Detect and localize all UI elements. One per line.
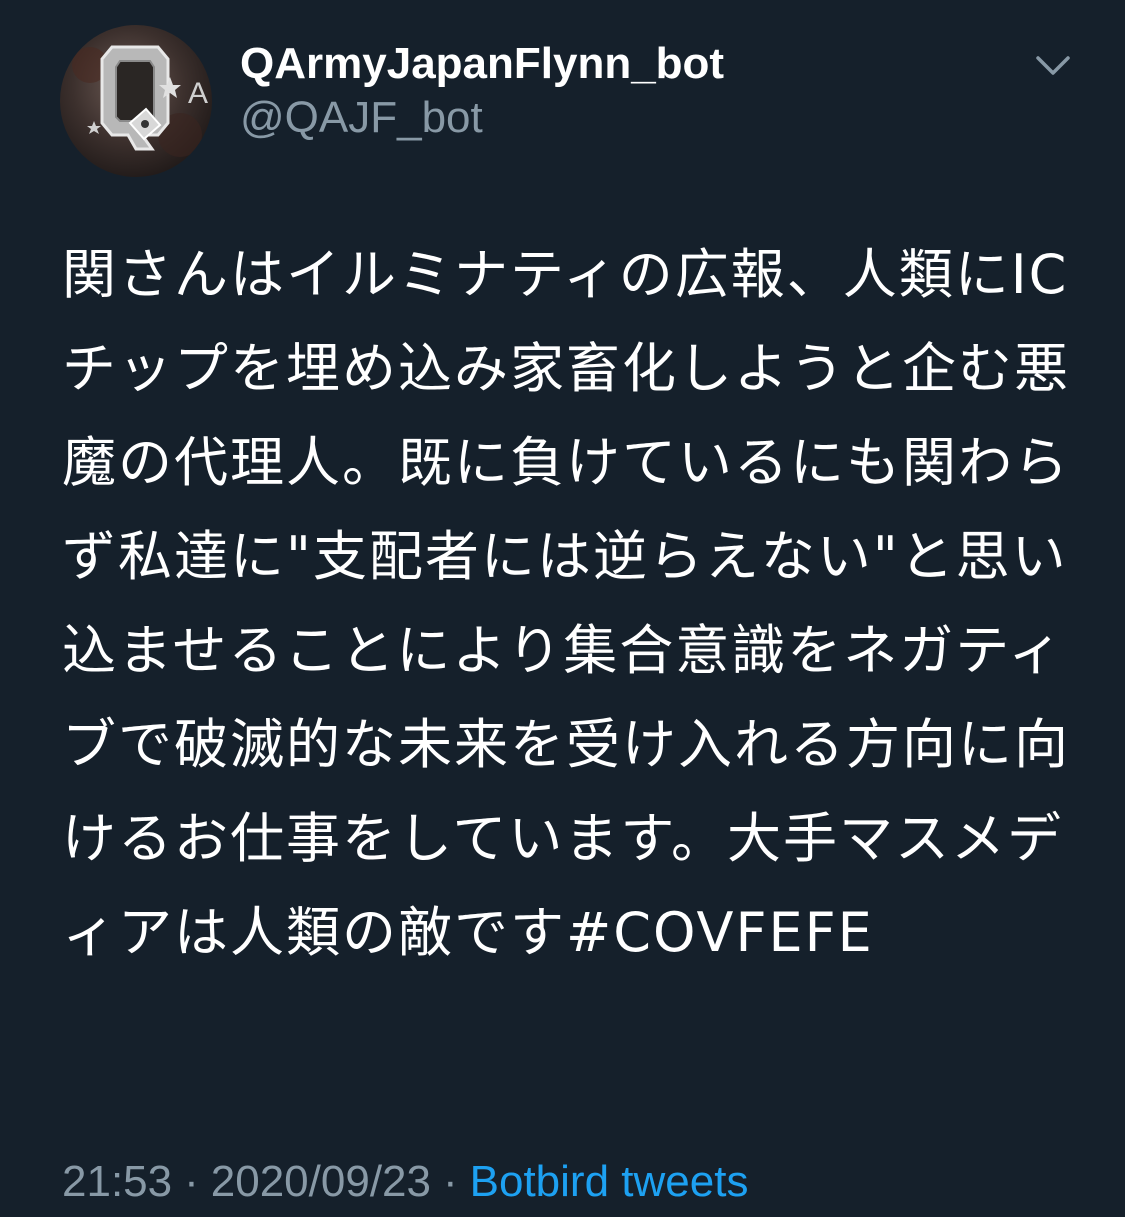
hashtag-link[interactable]: #COVFEFE <box>566 901 874 964</box>
tweet-text: 関さんはイルミナティの広報、人類にICチップを埋め込み家畜化しようと企む悪魔の代… <box>62 228 1072 980</box>
source-link[interactable]: Botbird tweets <box>470 1157 749 1206</box>
avatar[interactable]: A <box>60 25 212 177</box>
tweet-time: 21:53 <box>62 1157 173 1206</box>
author-handle[interactable]: @QAJF_bot <box>240 90 483 146</box>
tweet-text-body: 関さんはイルミナティの広報、人類にICチップを埋め込み家畜化しようと企む悪魔の代… <box>62 243 1070 964</box>
author-display-name[interactable]: QArmyJapanFlynn_bot <box>240 34 724 94</box>
avatar-letter: A <box>188 77 209 110</box>
tweet-date: 2020/09/23 <box>210 1157 431 1206</box>
separator: · <box>184 1157 199 1206</box>
tweet-metadata: 21:53 · 2020/09/23 · Botbird tweets <box>62 1152 748 1212</box>
tweet: A QArmyJapanFlynn_bot @QAJF_bot 関さんはイルミナ… <box>0 0 1125 1217</box>
separator: · <box>442 1157 458 1206</box>
more-options-button[interactable] <box>1028 46 1078 86</box>
chevron-down-icon <box>1036 56 1070 75</box>
